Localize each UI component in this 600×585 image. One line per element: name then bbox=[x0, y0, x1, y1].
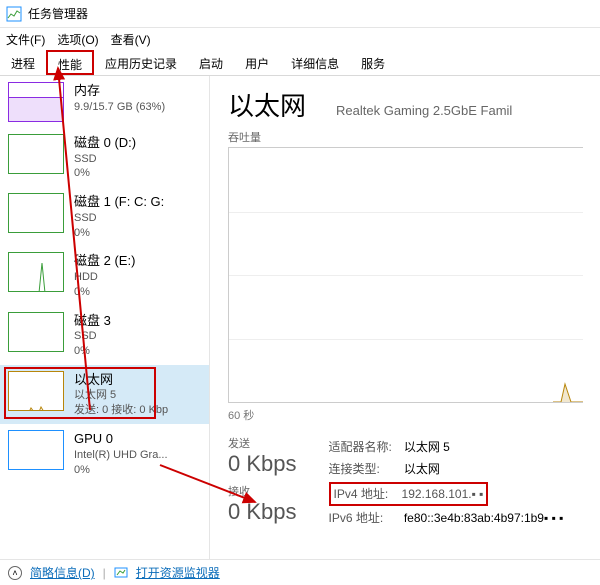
tab-details[interactable]: 详细信息 bbox=[280, 50, 350, 75]
tab-startup[interactable]: 启动 bbox=[188, 50, 234, 75]
memory-mini-chart bbox=[8, 82, 64, 122]
menu-file[interactable]: 文件(F) bbox=[6, 31, 45, 48]
sidebar: 内存9.9/15.7 GB (63%) 磁盘 0 (D:)SSD0% 磁盘 1 … bbox=[0, 76, 210, 559]
tab-performance[interactable]: 性能 bbox=[46, 50, 94, 75]
tab-users[interactable]: 用户 bbox=[234, 50, 280, 75]
title-bar: 任务管理器 bbox=[0, 0, 600, 28]
sidebar-item-disk3[interactable]: 磁盘 3SSD0% bbox=[0, 306, 209, 365]
tabs: 进程 性能 应用历史记录 启动 用户 详细信息 服务 bbox=[0, 50, 600, 76]
adapter-name: Realtek Gaming 2.5GbE Famil bbox=[336, 103, 512, 118]
footer: ˄ 简略信息(D) | 打开资源监视器 bbox=[0, 559, 600, 585]
net-mini-chart bbox=[8, 371, 64, 411]
disk-mini-chart bbox=[8, 312, 64, 352]
sidebar-item-ethernet[interactable]: 以太网以太网 5发送: 0 接收: 0 Kbp bbox=[0, 365, 209, 424]
send-value: 0 Kbps bbox=[228, 451, 297, 477]
content: 内存9.9/15.7 GB (63%) 磁盘 0 (D:)SSD0% 磁盘 1 … bbox=[0, 76, 600, 559]
tab-services[interactable]: 服务 bbox=[350, 50, 396, 75]
throughput-chart bbox=[228, 147, 583, 403]
sidebar-item-gpu0[interactable]: GPU 0Intel(R) UHD Gra...0% bbox=[0, 424, 209, 483]
ipv6-address: fe80::3e4b:83ab:4b97:1b9▪ ▪ ▪ bbox=[404, 508, 564, 528]
open-resource-monitor-link[interactable]: 打开资源监视器 bbox=[136, 564, 220, 581]
sidebar-item-memory[interactable]: 内存9.9/15.7 GB (63%) bbox=[0, 76, 209, 128]
sidebar-item-disk1[interactable]: 磁盘 1 (F: C: G:SSD0% bbox=[0, 187, 209, 246]
tab-processes[interactable]: 进程 bbox=[0, 50, 46, 75]
main-panel: 以太网 Realtek Gaming 2.5GbE Famil 吞吐量 60 秒… bbox=[210, 76, 600, 559]
chart-label: 吞吐量 bbox=[228, 129, 600, 145]
tab-app-history[interactable]: 应用历史记录 bbox=[94, 50, 188, 75]
disk-mini-chart bbox=[8, 134, 64, 174]
adapter-info: 适配器名称:以太网 5 连接类型:以太网 IPv4 地址: 192.168.10… bbox=[327, 435, 566, 531]
ipv4-address: 192.168.101.▪ ▪ bbox=[402, 487, 484, 501]
label: 内存 bbox=[74, 82, 165, 100]
disk-mini-chart bbox=[8, 252, 64, 292]
app-icon bbox=[6, 6, 22, 22]
menu-bar: 文件(F) 选项(O) 查看(V) bbox=[0, 28, 600, 50]
menu-options[interactable]: 选项(O) bbox=[57, 31, 98, 48]
gpu-mini-chart bbox=[8, 430, 64, 470]
monitor-icon bbox=[114, 566, 128, 580]
chevron-up-icon[interactable]: ˄ bbox=[8, 566, 22, 580]
menu-view[interactable]: 查看(V) bbox=[111, 31, 151, 48]
fewer-details-link[interactable]: 简略信息(D) bbox=[30, 564, 95, 581]
ipv4-highlight: IPv4 地址: 192.168.101.▪ ▪ bbox=[329, 482, 489, 506]
sidebar-item-disk0[interactable]: 磁盘 0 (D:)SSD0% bbox=[0, 128, 209, 187]
window-title: 任务管理器 bbox=[28, 5, 88, 22]
main-title: 以太网 bbox=[228, 86, 306, 123]
sidebar-item-disk2[interactable]: 磁盘 2 (E:)HDD0% bbox=[0, 246, 209, 305]
disk-mini-chart bbox=[8, 193, 64, 233]
recv-value: 0 Kbps bbox=[228, 499, 297, 525]
time-axis-label: 60 秒 bbox=[228, 407, 600, 423]
